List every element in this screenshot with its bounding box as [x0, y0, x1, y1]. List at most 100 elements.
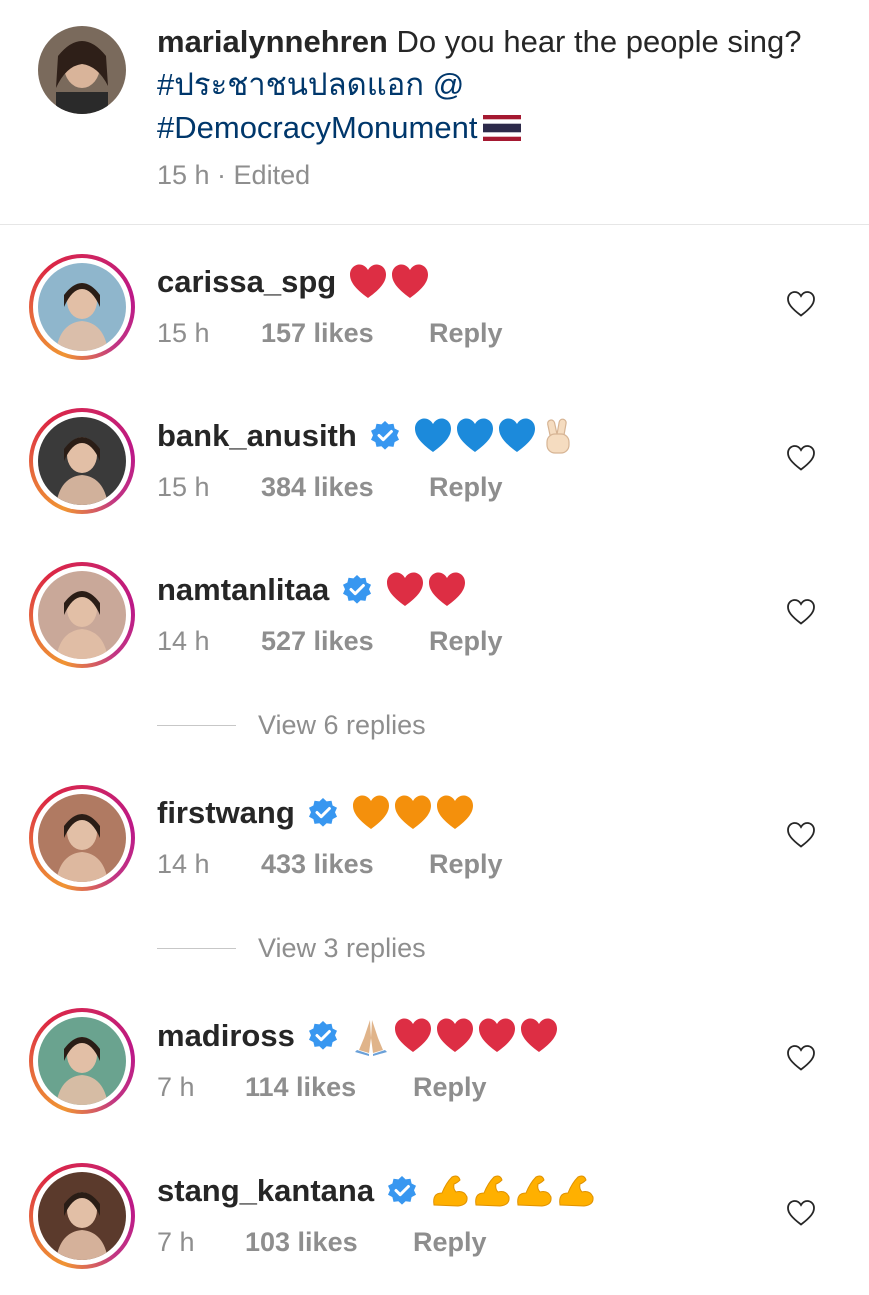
red-heart-emoji: [390, 262, 432, 302]
red-heart-emoji: [348, 262, 390, 302]
caption-text: marialynnehren Do you hear the people si…: [157, 20, 837, 149]
comment-item: namtanlitaa 14 h 527 likes Reply: [0, 562, 869, 682]
comment-meta: 7 h 103 likes Reply: [157, 1227, 487, 1258]
comment-meta: 14 h 527 likes Reply: [157, 626, 503, 657]
comment-username[interactable]: stang_kantana: [157, 1173, 374, 1209]
caption-username[interactable]: marialynnehren: [157, 24, 388, 59]
comment-username[interactable]: firstwang: [157, 795, 295, 831]
comment-item: madiross 7 h 114 likes Reply: [0, 1008, 869, 1128]
comment-emojis: [430, 1171, 598, 1211]
folded-hands-emoji: [351, 1016, 393, 1056]
post-caption: marialynnehren Do you hear the people si…: [0, 0, 869, 225]
comment-likes[interactable]: 433 likes: [261, 849, 429, 880]
comment-item: stang_kantana 7 h 103 likes Reply: [0, 1163, 869, 1283]
comment-time: 14 h: [157, 849, 210, 879]
blue-heart-emoji: [455, 416, 497, 456]
story-ring[interactable]: [29, 408, 135, 514]
avatar[interactable]: [38, 571, 126, 659]
comment-likes[interactable]: 384 likes: [261, 472, 429, 503]
flexed-biceps-emoji: [556, 1171, 598, 1211]
reply-button[interactable]: Reply: [413, 1227, 487, 1257]
comment-emojis: [351, 793, 477, 833]
hashtag-link[interactable]: #ประชาชนปลดแอก: [157, 67, 424, 102]
avatar[interactable]: [38, 794, 126, 882]
avatar[interactable]: [38, 417, 126, 505]
blue-heart-emoji: [413, 416, 455, 456]
comment-meta: 15 h 157 likes Reply: [157, 318, 503, 349]
story-ring[interactable]: [29, 562, 135, 668]
avatar[interactable]: [38, 1017, 126, 1105]
caption-meta: 15 h · Edited: [157, 160, 311, 190]
comment-likes[interactable]: 103 likes: [245, 1227, 413, 1258]
avatar[interactable]: [38, 1172, 126, 1260]
comment-time: 7 h: [157, 1227, 195, 1257]
comment-emojis: [385, 570, 469, 610]
comment-likes[interactable]: 114 likes: [245, 1072, 413, 1103]
reply-button[interactable]: Reply: [429, 318, 503, 348]
replies-divider: [157, 724, 236, 726]
orange-heart-emoji: [351, 793, 393, 833]
red-heart-emoji: [519, 1016, 561, 1056]
flexed-biceps-emoji: [430, 1171, 472, 1211]
caption-author-avatar[interactable]: [38, 26, 126, 114]
comment-time: 15 h: [157, 472, 210, 502]
red-heart-emoji: [385, 570, 427, 610]
flexed-biceps-emoji: [472, 1171, 514, 1211]
comment-item: bank_anusith 15 h 384 likes Reply: [0, 408, 869, 528]
mention-symbol: @: [432, 67, 465, 102]
verified-badge-icon: [307, 1020, 339, 1052]
like-heart-icon[interactable]: [786, 598, 816, 626]
like-heart-icon[interactable]: [786, 821, 816, 849]
thailand-flag-icon: [483, 109, 522, 141]
comment-username[interactable]: namtanlitaa: [157, 572, 329, 608]
comment-item: carissa_spg 15 h 157 likes Reply: [0, 254, 869, 374]
reply-button[interactable]: Reply: [429, 849, 503, 879]
verified-badge-icon: [369, 420, 401, 452]
comment-emojis: [413, 416, 581, 456]
red-heart-emoji: [393, 1016, 435, 1056]
story-ring[interactable]: [29, 1163, 135, 1269]
reply-button[interactable]: Reply: [429, 472, 503, 502]
view-replies-button[interactable]: View 6 replies: [157, 705, 426, 745]
story-ring[interactable]: [29, 785, 135, 891]
red-heart-emoji: [427, 570, 469, 610]
comment-emojis: [351, 1016, 561, 1056]
comment-meta: 15 h 384 likes Reply: [157, 472, 503, 503]
blue-heart-emoji: [497, 416, 539, 456]
reply-button[interactable]: Reply: [413, 1072, 487, 1102]
orange-heart-emoji: [393, 793, 435, 833]
comment-time: 14 h: [157, 626, 210, 656]
view-replies-button[interactable]: View 3 replies: [157, 928, 426, 968]
like-heart-icon[interactable]: [786, 1044, 816, 1072]
comment-emojis: [348, 262, 432, 302]
orange-heart-emoji: [435, 793, 477, 833]
verified-badge-icon: [307, 797, 339, 829]
reply-button[interactable]: Reply: [429, 626, 503, 656]
comment-item: firstwang 14 h 433 likes Reply: [0, 785, 869, 905]
replies-divider: [157, 947, 236, 949]
red-heart-emoji: [435, 1016, 477, 1056]
comment-time: 7 h: [157, 1072, 195, 1102]
like-heart-icon[interactable]: [786, 444, 816, 472]
comment-username[interactable]: carissa_spg: [157, 264, 336, 300]
view-replies-label[interactable]: View 6 replies: [258, 710, 426, 741]
hashtag-link[interactable]: #DemocracyMonument: [157, 110, 477, 145]
story-ring[interactable]: [29, 1008, 135, 1114]
comment-username[interactable]: bank_anusith: [157, 418, 357, 454]
comment-username[interactable]: madiross: [157, 1018, 295, 1054]
like-heart-icon[interactable]: [786, 290, 816, 318]
comment-likes[interactable]: 157 likes: [261, 318, 429, 349]
comment-meta: 7 h 114 likes Reply: [157, 1072, 487, 1103]
victory-hand-emoji: [539, 416, 581, 456]
comment-meta: 14 h 433 likes Reply: [157, 849, 503, 880]
red-heart-emoji: [477, 1016, 519, 1056]
caption-body: Do you hear the people sing?: [396, 24, 802, 59]
story-ring[interactable]: [29, 254, 135, 360]
comment-likes[interactable]: 527 likes: [261, 626, 429, 657]
avatar[interactable]: [38, 263, 126, 351]
verified-badge-icon: [386, 1175, 418, 1207]
flexed-biceps-emoji: [514, 1171, 556, 1211]
like-heart-icon[interactable]: [786, 1199, 816, 1227]
view-replies-label[interactable]: View 3 replies: [258, 933, 426, 964]
verified-badge-icon: [341, 574, 373, 606]
